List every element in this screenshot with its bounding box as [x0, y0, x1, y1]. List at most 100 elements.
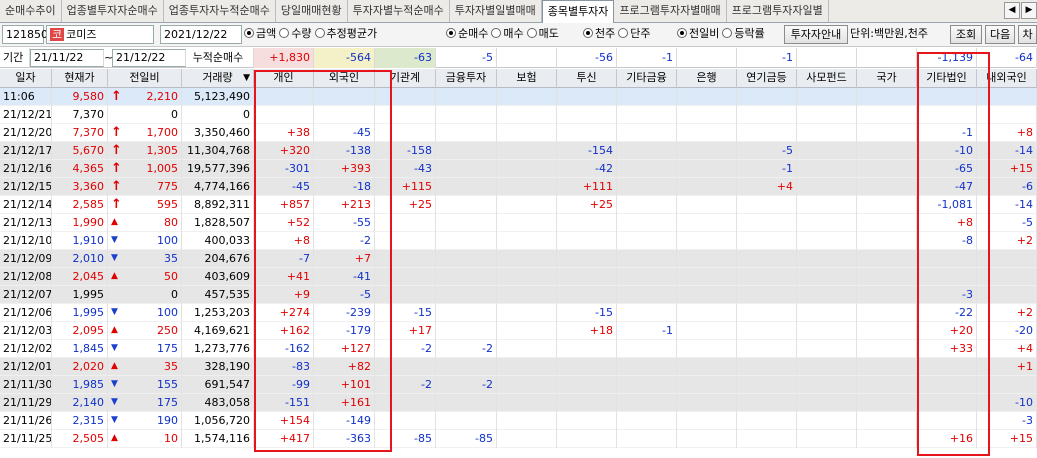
radios_cmp-option-1[interactable]: 등락률: [722, 27, 765, 40]
header-fin[interactable]: 금융투자: [436, 69, 497, 88]
date-input[interactable]: 2021/12/22: [160, 25, 242, 44]
header-label: 사모펀드: [806, 71, 847, 84]
header-ind[interactable]: 개인: [254, 69, 314, 88]
period-to-input[interactable]: 21/12/22: [112, 49, 186, 67]
header-for[interactable]: 외국인: [314, 69, 375, 88]
table-row[interactable]: 21/12/03 2,095 ▲ 250 4,169,621 +162 -179 +17 +18…: [0, 322, 1037, 340]
cell-trust: [557, 106, 617, 124]
header-bank[interactable]: 은행: [677, 69, 737, 88]
table-row[interactable]: 21/12/07 1,995 0 457,535 +9 -5 -3: [0, 286, 1037, 304]
radio-icon[interactable]: [722, 28, 733, 38]
radio-icon[interactable]: [583, 28, 593, 38]
table-row[interactable]: 21/11/26 2,315 ▼ 190 1,056,720 +154 -149 -3: [0, 412, 1037, 430]
radios_unit-option-0[interactable]: 천주: [583, 27, 615, 40]
tab-3[interactable]: 당일매매현황: [276, 0, 348, 22]
change-value: 595: [157, 198, 178, 211]
table-row[interactable]: 21/12/20 7,370 ↑ 1,700 3,350,460 +38 -45 -1 +8: [0, 124, 1037, 142]
tab-scroll-left-icon[interactable]: ◀: [1004, 2, 1020, 19]
header-ofin[interactable]: 기타금융: [617, 69, 677, 88]
header-label: 일자: [15, 71, 36, 84]
cell-inst: -2: [375, 376, 436, 394]
table-row[interactable]: 21/12/01 2,020 ▲ 35 328,190 -83 +82 +1: [0, 358, 1037, 376]
period-from-input[interactable]: 21/11/22: [30, 49, 104, 67]
table-row[interactable]: 21/12/06 1,995 ▼ 100 1,253,203 +274 -239 -15 -15…: [0, 304, 1037, 322]
table-row[interactable]: 21/11/25 2,505 ▲ 10 1,574,116 +417 -363 -85 -85 +…: [0, 430, 1037, 448]
radio-icon[interactable]: [618, 28, 629, 38]
table-row[interactable]: 21/12/16 4,365 ↑ 1,005 19,577,396 -301 +393 -43…: [0, 160, 1037, 178]
table-row[interactable]: 21/12/10 1,910 ▼ 100 400,033 +8 -2 -8 +2: [0, 232, 1037, 250]
header-pen[interactable]: 연기금등: [737, 69, 797, 88]
radios_value-option-1[interactable]: 수량: [279, 27, 312, 40]
header-ocorp[interactable]: 기타법인: [917, 69, 977, 88]
header-trust[interactable]: 투신: [557, 69, 617, 88]
table-row[interactable]: 21/12/08 2,045 ▲ 50 403,609 +41 -41: [0, 268, 1037, 286]
header-price[interactable]: 현재가: [52, 69, 108, 88]
tab-5[interactable]: 투자자별일별매매: [450, 0, 542, 22]
table-row[interactable]: 21/12/21 7,370 0 0: [0, 106, 1037, 124]
header-chg[interactable]: 전일비: [108, 69, 182, 88]
cell-price: 1,995: [52, 304, 108, 322]
stock-name-field[interactable]: 코 코미즈: [46, 25, 154, 44]
header-dfor[interactable]: 내외국인: [977, 69, 1037, 88]
next-button[interactable]: 다음: [985, 25, 1015, 44]
tab-0[interactable]: 순매수추이: [0, 0, 62, 22]
header-label: 은행: [696, 71, 717, 84]
radio-icon[interactable]: [244, 28, 254, 38]
tab-8[interactable]: 프로그램투자자일별: [727, 0, 829, 22]
cell-ind: +38: [254, 124, 314, 142]
cell-date: 21/11/30: [0, 376, 52, 394]
radios_cmp-option-0[interactable]: 전일비: [677, 27, 719, 40]
cell-pen: [737, 430, 797, 448]
header-date[interactable]: 일자: [0, 69, 52, 88]
table-row[interactable]: 21/12/14 2,585 ↑ 595 8,892,311 +857 +213 +25 +25…: [0, 196, 1037, 214]
header-ins[interactable]: 보험: [497, 69, 557, 88]
radios_value-option-0[interactable]: 금액: [244, 27, 276, 40]
table-row[interactable]: 21/12/09 2,010 ▼ 35 204,676 -7 +7: [0, 250, 1037, 268]
table-row[interactable]: 21/12/13 1,990 ▲ 80 1,828,507 +52 -55 +8 -5: [0, 214, 1037, 232]
cell-bank: [677, 160, 737, 178]
table-row[interactable]: 11:06 9,580 ↑ 2,210 5,123,490: [0, 88, 1037, 106]
chart-button[interactable]: 차: [1018, 25, 1037, 44]
tab-2[interactable]: 업종투자자누적순매수: [164, 0, 276, 22]
radio-icon[interactable]: [491, 28, 502, 38]
cell-dfor: +15: [977, 430, 1037, 448]
radio-icon[interactable]: [314, 28, 325, 38]
radio-icon[interactable]: [677, 28, 687, 38]
radios_unit-option-1[interactable]: 단주: [618, 27, 651, 40]
radios_side-option-1[interactable]: 매수: [491, 27, 524, 40]
radio-icon[interactable]: [446, 28, 456, 38]
header-inst[interactable]: 기관계: [375, 69, 436, 88]
cell-fin: [436, 232, 497, 250]
table-row[interactable]: 21/12/17 5,670 ↑ 1,305 11,304,768 +320 -138 -15…: [0, 142, 1037, 160]
header-label: 현재가: [64, 71, 95, 84]
tab-4[interactable]: 투자자별누적순매수: [348, 0, 450, 22]
table-row[interactable]: 21/12/02 1,845 ▼ 175 1,273,776 -162 +127 -2 -2 +3…: [0, 340, 1037, 358]
header-vol[interactable]: 거래량 ▼: [182, 69, 254, 88]
cell-for: -5: [314, 286, 375, 304]
radios_value-option-2[interactable]: 추정평균가: [314, 27, 377, 40]
change-value: 155: [157, 378, 178, 391]
radios_side-option-2[interactable]: 매도: [526, 27, 559, 40]
table-row[interactable]: 21/11/30 1,985 ▼ 155 691,547 -99 +101 -2 -2: [0, 376, 1037, 394]
radio-icon[interactable]: [279, 28, 290, 38]
tab-1[interactable]: 업종별투자자순매수: [62, 0, 164, 22]
header-nat[interactable]: 국가: [857, 69, 917, 88]
investor-guide-button[interactable]: 투자자안내: [784, 25, 848, 44]
radio-icon[interactable]: [526, 28, 537, 38]
query-button[interactable]: 조회: [950, 25, 982, 44]
tab-6[interactable]: 종목별투자자: [541, 0, 615, 23]
sort-down-icon[interactable]: ▼: [243, 69, 250, 87]
cell-pen: [737, 376, 797, 394]
tab-scroll-right-icon[interactable]: ▶: [1021, 2, 1037, 19]
cell-pef: [797, 88, 857, 106]
cell-price: 1,910: [52, 232, 108, 250]
stock-code-input[interactable]: 121850: [2, 25, 48, 44]
cell-price: 5,670: [52, 142, 108, 160]
tab-7[interactable]: 프로그램투자자별매매: [614, 0, 727, 22]
header-pef[interactable]: 사모펀드: [797, 69, 857, 88]
table-row[interactable]: 21/11/29 2,140 ▼ 175 483,058 -151 +161 -10: [0, 394, 1037, 412]
radios_side-option-0[interactable]: 순매수: [446, 27, 488, 40]
cell-bank: [677, 268, 737, 286]
cell-ofin: [617, 196, 677, 214]
table-row[interactable]: 21/12/15 3,360 ↑ 775 4,774,166 -45 -18 +115 +111…: [0, 178, 1037, 196]
